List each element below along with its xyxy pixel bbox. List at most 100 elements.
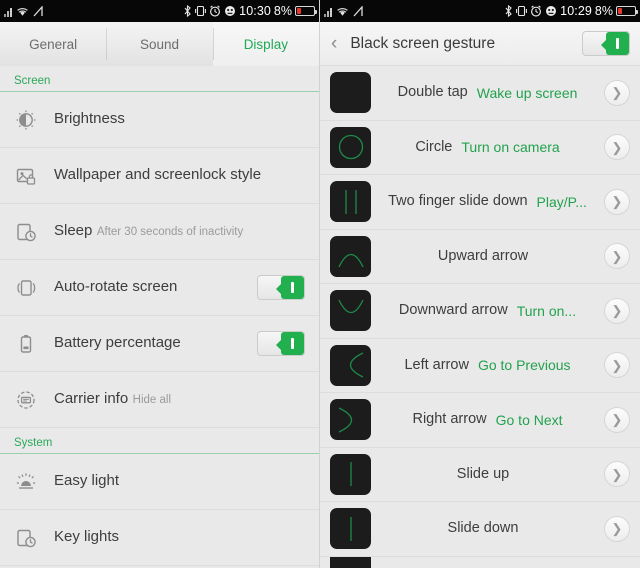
- battery-low-icon: [616, 6, 638, 16]
- two-finger-slide-glyph: [330, 181, 371, 223]
- gesture-action: Wake up screen: [476, 84, 578, 101]
- status-bar-right-icons: 10:29 8%: [504, 4, 638, 18]
- tab-general-label: General: [29, 36, 78, 52]
- tab-sound[interactable]: Sound: [106, 22, 212, 66]
- gesture-row-main: Downward arrow Turn on...: [381, 302, 594, 319]
- settings-row-text: Key lights: [54, 528, 305, 547]
- gesture-action: Play/P...: [536, 193, 587, 210]
- page-header: ‹ Black screen gesture: [320, 22, 640, 66]
- settings-row-text: Battery percentage: [54, 334, 241, 353]
- page-title: Black screen gesture: [350, 34, 496, 52]
- gesture-label: Two finger slide down: [388, 193, 528, 210]
- dual-screenshot: 10:30 8% General Sound Display Screen Br…: [0, 0, 640, 568]
- gesture-row-downward-arrow[interactable]: Downward arrow Turn on... ❯: [320, 284, 640, 339]
- settings-row-easy-light[interactable]: Easy light: [0, 454, 319, 510]
- gesture-row-partial-next[interactable]: [320, 556, 640, 568]
- signal-icon: [4, 6, 12, 17]
- alarm-icon: [531, 5, 542, 17]
- settings-row-sleep[interactable]: Sleep After 30 seconds of inactivity: [0, 204, 319, 260]
- status-bar-battery-percent: 8%: [273, 4, 292, 18]
- settings-row-text: Brightness: [54, 110, 305, 129]
- gesture-row-slide-down[interactable]: Slide down ❯: [320, 502, 640, 557]
- gesture-row-slide-up[interactable]: Slide up ❯: [320, 448, 640, 502]
- gesture-label: Left arrow: [404, 356, 469, 373]
- tab-general[interactable]: General: [0, 22, 106, 66]
- gesture-row-right-arrow[interactable]: Right arrow Go to Next ❯: [320, 393, 640, 448]
- bluetooth-icon: [184, 5, 191, 17]
- tab-display[interactable]: Display: [212, 22, 319, 66]
- settings-row-subtitle: Hide all: [132, 394, 171, 407]
- gesture-row-circle[interactable]: Circle Turn on camera ❯: [320, 121, 640, 175]
- settings-row-auto-rotate[interactable]: Auto-rotate screen: [0, 260, 319, 316]
- chevron-left-icon[interactable]: ‹: [328, 34, 340, 53]
- vibrate-icon: [516, 5, 528, 17]
- wifi-icon: [17, 7, 28, 16]
- section-header-screen: Screen: [0, 66, 319, 92]
- chevron-right-icon[interactable]: ❯: [604, 188, 630, 215]
- wifi-icon: [337, 7, 348, 16]
- auto-rotate-toggle[interactable]: [257, 275, 305, 300]
- black-screen-gesture-toggle[interactable]: [582, 31, 630, 56]
- downward-arrow-glyph: [330, 290, 371, 332]
- gesture-action: Go to Previous: [477, 357, 571, 374]
- gesture-label: Right arrow: [412, 411, 487, 428]
- status-bar-right-icons: 10:30 8%: [183, 4, 317, 18]
- gesture-action: Turn on...: [516, 302, 577, 319]
- gesture-row-main: Left arrow Go to Previous: [381, 357, 594, 374]
- vibrate-icon: [195, 5, 207, 17]
- chevron-right-icon[interactable]: ❯: [604, 134, 630, 161]
- bluetooth-icon: [505, 5, 512, 17]
- settings-row-brightness[interactable]: Brightness: [0, 92, 319, 148]
- settings-row-key-lights[interactable]: Key lights: [0, 510, 319, 566]
- face-icon: [225, 6, 236, 16]
- chevron-right-icon[interactable]: ❯: [604, 515, 630, 542]
- chevron-right-icon[interactable]: ❯: [604, 352, 630, 379]
- battery-percentage-toggle[interactable]: [257, 331, 305, 356]
- settings-row-wallpaper[interactable]: Wallpaper and screenlock style: [0, 148, 319, 204]
- status-bar: 10:30 8%: [0, 0, 319, 22]
- gesture-row-main: Double tap Wake up screen: [381, 84, 594, 101]
- settings-row-title: Sleep: [54, 222, 93, 240]
- slide-up-glyph: [330, 453, 371, 495]
- chevron-right-icon[interactable]: ❯: [604, 79, 630, 106]
- status-bar-time: 10:30: [239, 4, 271, 18]
- gesture-row-left-arrow[interactable]: Left arrow Go to Previous ❯: [320, 339, 640, 393]
- right-arrow-glyph: [330, 399, 371, 441]
- settings-row-text: Easy light: [54, 472, 305, 491]
- chevron-right-icon[interactable]: ❯: [604, 297, 630, 324]
- gesture-label: Slide down: [447, 520, 519, 537]
- status-bar-left-icons: [4, 5, 45, 17]
- settings-row-text: Auto-rotate screen: [54, 278, 241, 297]
- settings-tab-bar: General Sound Display: [0, 22, 319, 66]
- face-icon: [546, 6, 557, 16]
- settings-row-battery-percentage[interactable]: Battery percentage: [0, 316, 319, 372]
- gesture-label: Downward arrow: [398, 302, 508, 319]
- settings-row-title: Auto-rotate screen: [54, 278, 178, 296]
- left-arrow-glyph: [330, 344, 371, 386]
- gesture-row-two-finger-slide-down[interactable]: Two finger slide down Play/P... ❯: [320, 175, 640, 230]
- chevron-right-icon[interactable]: ❯: [604, 461, 630, 488]
- slide-down-glyph: [330, 508, 371, 550]
- right-pane-black-screen-gesture: 10:29 8% ‹ Black screen gesture Double t…: [320, 0, 640, 568]
- settings-row-title: Key lights: [54, 528, 120, 546]
- gesture-row-main: Right arrow Go to Next: [381, 411, 594, 428]
- tab-display-label: Display: [243, 36, 288, 52]
- gesture-row-upward-arrow[interactable]: Upward arrow ❯: [320, 230, 640, 284]
- slash-icon: [33, 5, 43, 16]
- auto-rotate-icon: [14, 276, 38, 300]
- settings-row-carrier-info[interactable]: Carrier info Hide all: [0, 372, 319, 428]
- gesture-label: Circle: [415, 138, 453, 155]
- status-bar-battery-percent: 8%: [594, 4, 613, 18]
- chevron-right-icon[interactable]: ❯: [604, 243, 630, 270]
- gesture-row-double-tap[interactable]: Double tap Wake up screen ❯: [320, 66, 640, 121]
- chevron-right-icon[interactable]: ❯: [604, 406, 630, 433]
- carrier-info-icon: [14, 388, 38, 412]
- battery-icon: [14, 332, 38, 356]
- wallpaper-lock-icon: [14, 164, 38, 188]
- settings-row-title: Battery percentage: [54, 334, 181, 352]
- signal-icon: [324, 6, 332, 17]
- battery-low-icon: [295, 6, 317, 16]
- gesture-row-main: Slide up: [381, 466, 594, 483]
- status-bar-time: 10:29: [560, 4, 592, 18]
- gesture-row-main: Upward arrow: [381, 248, 594, 265]
